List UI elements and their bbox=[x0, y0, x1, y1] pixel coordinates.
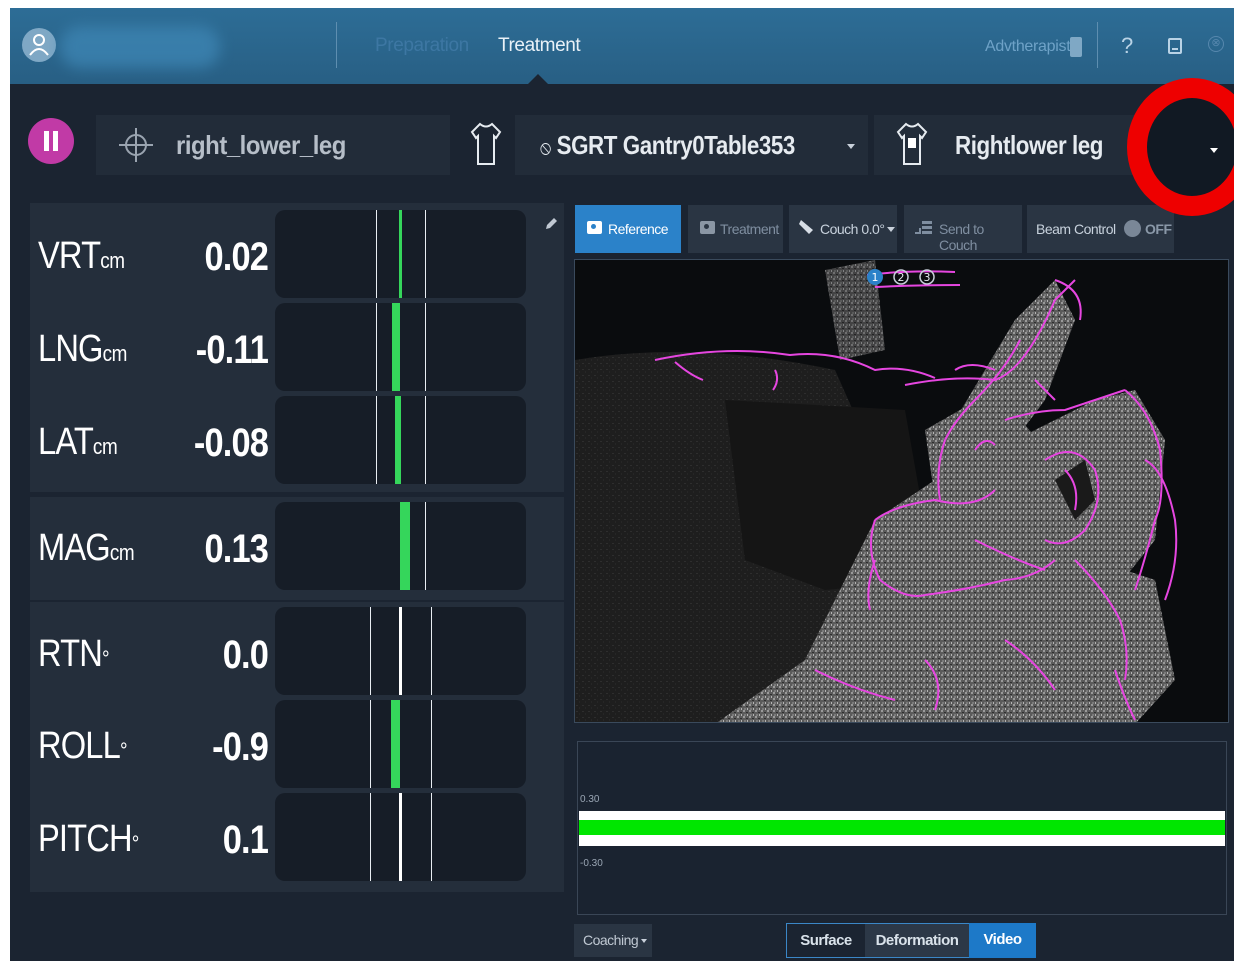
send-to-couch-icon bbox=[915, 221, 932, 234]
graph-upper-label: 0.30 bbox=[580, 794, 600, 805]
pause-button[interactable] bbox=[28, 118, 74, 164]
no-entry-icon: ⦸ bbox=[540, 137, 551, 159]
treatment-capture-button[interactable]: Treatment bbox=[688, 205, 783, 253]
dropdown-arrow-icon bbox=[887, 227, 895, 232]
metric-label: VRTcm bbox=[38, 235, 125, 277]
graph-lower-threshold bbox=[579, 835, 1225, 846]
reference-button[interactable]: Reference bbox=[575, 205, 681, 253]
couch-dropdown[interactable]: Couch 0.0° bbox=[789, 205, 897, 253]
gantry-table-text: SGRT Gantry0Table353 bbox=[556, 130, 796, 160]
metric-label: LNGcm bbox=[38, 328, 127, 370]
tab-treatment[interactable]: Treatment bbox=[498, 35, 581, 57]
beam-control-toggle[interactable]: Beam Control OFF bbox=[1027, 205, 1174, 253]
separator bbox=[1097, 22, 1098, 68]
camera-icon bbox=[587, 221, 602, 234]
metric-bar bbox=[275, 303, 526, 391]
user-role-label[interactable]: Advtherapist bbox=[985, 38, 1071, 56]
gantry-table-name: ⦸ SGRT Gantry0Table353 bbox=[540, 130, 795, 161]
metric-label: RTN° bbox=[38, 633, 110, 675]
torso-icon[interactable] bbox=[470, 120, 502, 168]
camera-tab-2: 2 bbox=[898, 271, 905, 284]
close-icon[interactable]: ⊗ bbox=[1208, 36, 1224, 52]
motion-graph: 0.30 -0.30 bbox=[577, 741, 1227, 915]
roi-name: right_lower_leg bbox=[176, 130, 346, 160]
camera-tab-1: 1 bbox=[872, 271, 879, 284]
tab-preparation[interactable]: Preparation bbox=[375, 35, 469, 57]
metric-bar bbox=[275, 502, 526, 590]
lock-icon[interactable] bbox=[1070, 37, 1082, 57]
metric-value: 0.02 bbox=[204, 235, 268, 279]
view-surface-button[interactable]: Surface bbox=[786, 923, 865, 958]
minimize-icon[interactable] bbox=[1168, 38, 1182, 54]
user-icon[interactable] bbox=[22, 28, 56, 62]
metric-value: 0.13 bbox=[204, 527, 268, 571]
video-frame: 1 2 3 bbox=[575, 260, 1228, 722]
graph-trace bbox=[579, 820, 1225, 835]
help-icon[interactable]: ? bbox=[1121, 33, 1133, 59]
body-part-name: Rightlower leg bbox=[955, 130, 1104, 160]
metric-bar bbox=[275, 210, 526, 298]
metric-value: -0.9 bbox=[212, 725, 269, 769]
graph-lower-label: -0.30 bbox=[580, 858, 603, 869]
metric-bar bbox=[275, 396, 526, 484]
app-window: Preparation Treatment Advtherapist ? ⊗ r… bbox=[10, 8, 1234, 961]
couch-icon bbox=[799, 220, 813, 234]
camera-icon bbox=[700, 221, 715, 234]
metric-value: -0.11 bbox=[195, 328, 269, 372]
video-feed[interactable]: 1 2 3 bbox=[574, 259, 1229, 723]
body-part-icon bbox=[896, 122, 928, 165]
view-video-button[interactable]: Video bbox=[969, 923, 1036, 958]
metric-label: PITCH° bbox=[38, 818, 139, 860]
camera-tab-3: 3 bbox=[924, 271, 931, 284]
title-bar: Preparation Treatment Advtherapist ? ⊗ bbox=[10, 8, 1234, 84]
separator bbox=[336, 22, 337, 68]
coaching-dropdown[interactable]: Coaching bbox=[574, 924, 652, 957]
metric-bar bbox=[275, 793, 526, 881]
metric-label: LATcm bbox=[38, 421, 118, 463]
send-to-couch-button[interactable]: Send to Couch bbox=[904, 205, 1022, 253]
dropdown-arrow-icon bbox=[641, 939, 647, 943]
toggle-knob bbox=[1124, 220, 1141, 237]
metric-value: 0.1 bbox=[222, 818, 269, 862]
metric-value: 0.0 bbox=[222, 633, 269, 677]
crosshair-icon bbox=[119, 128, 153, 162]
metric-bar bbox=[275, 607, 526, 695]
active-tab-indicator bbox=[528, 74, 548, 84]
dropdown-arrow-icon[interactable] bbox=[847, 144, 855, 149]
edit-icon[interactable] bbox=[543, 216, 559, 232]
metric-label: MAGcm bbox=[38, 527, 135, 569]
dropdown-arrow-icon[interactable] bbox=[1210, 148, 1218, 153]
annotation-circle bbox=[1127, 78, 1234, 216]
blurred-patient-name bbox=[60, 26, 220, 68]
metric-label: ROLL° bbox=[38, 725, 128, 767]
metric-value: -0.08 bbox=[193, 421, 269, 465]
metric-bar bbox=[275, 700, 526, 788]
view-deformation-button[interactable]: Deformation bbox=[865, 923, 969, 958]
